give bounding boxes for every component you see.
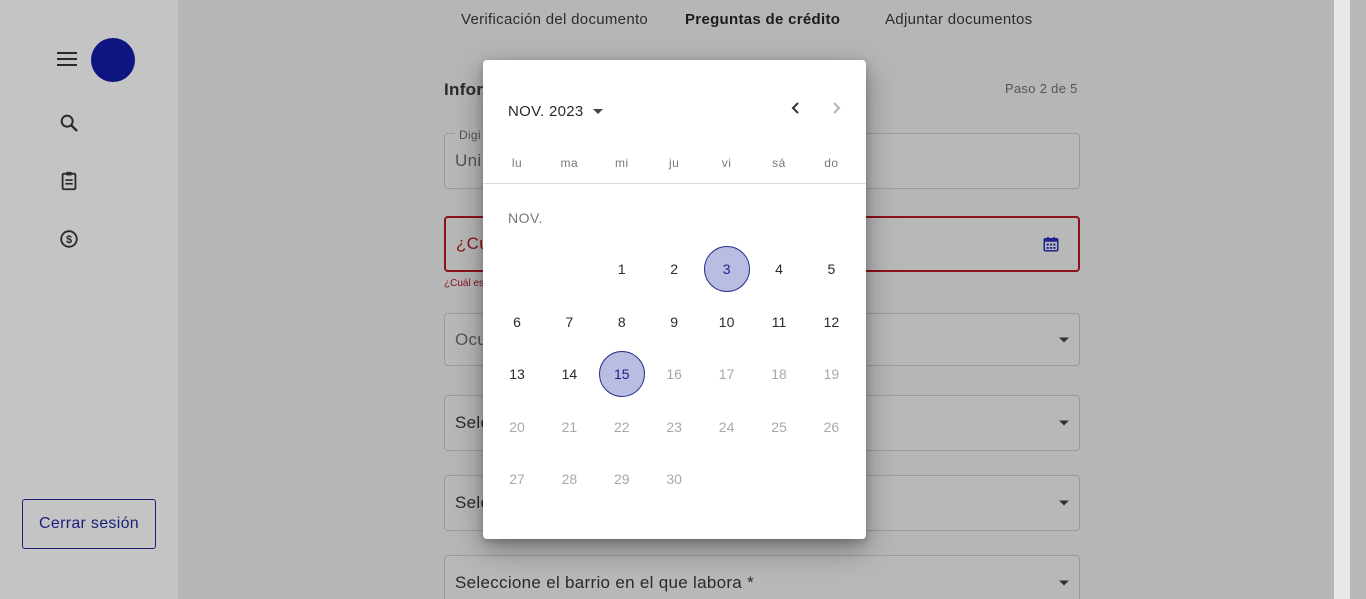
menu-icon[interactable] [57,52,77,66]
weekday-label: mi [614,156,629,170]
calendar-day: 19 [823,366,840,382]
document-field-label: Digi [455,128,485,142]
calendar-day: 25 [771,418,787,435]
calendar-day[interactable]: 5 [808,246,854,292]
tab-document-verification[interactable]: Verificación del documento [461,11,648,28]
calendar-day[interactable]: 14 [546,351,592,397]
step-indicator: Paso 2 de 5 [1005,81,1078,96]
date-field-error: ¿Cuál es [444,278,485,289]
dollar-circle-icon[interactable]: $ [58,228,80,250]
chevron-right-icon [833,102,841,114]
month-year-switch[interactable]: NOV. 2023 [508,103,603,120]
search-icon[interactable] [58,112,80,134]
calendar-day: 28 [561,471,578,487]
neighborhood-placeholder: Seleccione el barrio en el que labora * [455,573,754,592]
calendar-day: 24 [718,418,735,435]
month-year-label: NOV. 2023 [508,103,584,120]
next-month-button[interactable] [824,96,848,120]
calendar-day[interactable]: 2 [651,246,697,292]
calendar-day[interactable]: 11 [756,299,802,345]
weekday-label: vi [721,156,732,170]
dropdown-arrow-icon [1059,500,1069,506]
calendar-day: 22 [614,418,630,435]
calendar-day[interactable]: 8 [599,299,645,345]
calendar-day: 20 [509,418,525,435]
calendar-day[interactable]: 12 [808,299,854,345]
calendar-day: 23 [666,418,682,435]
weekday-label: sá [772,156,786,170]
calendar-icon[interactable] [1042,235,1060,253]
dropdown-arrow-icon [1059,420,1069,426]
clipboard-icon[interactable] [58,170,80,192]
calendar-day[interactable]: 15 [598,351,645,397]
calendar-day[interactable]: 4 [756,246,802,292]
weekday-label: lu [511,156,523,170]
step-tabs: Verificación del documento Preguntas de … [0,11,1366,31]
date-picker-dialog: NOV. 2023 lu ma mi ju vi sá do NOV. 1234567891… [483,60,866,539]
scrollbar[interactable] [1334,0,1350,599]
weekday-label: ju [669,156,680,170]
document-field-value: Uni [455,151,482,170]
tab-credit-questions[interactable]: Preguntas de crédito [685,11,840,28]
month-label: NOV. [508,210,543,226]
calendar-day: 16 [666,366,682,382]
calendar-day: 29 [614,471,630,487]
calendar-day[interactable]: 1 [599,246,645,292]
avatar[interactable] [91,38,135,82]
calendar-day[interactable]: 3 [703,246,750,292]
svg-text:$: $ [66,234,72,246]
weekday-label: do [824,156,839,170]
divider [483,183,866,184]
dropdown-arrow-icon [1059,337,1069,342]
calendar-day[interactable]: 10 [704,299,750,345]
calendar-day: 18 [771,366,787,382]
calendar-day: 26 [823,418,840,435]
weekday-label: ma [560,156,579,170]
calendar-day: 17 [718,366,735,382]
neighborhood-select[interactable]: Seleccione el barrio en el que labora * [444,555,1080,599]
calendar-day: 27 [509,471,525,487]
caret-down-icon [592,109,603,114]
section-title: Infor [444,80,484,99]
dropdown-arrow-icon [1059,580,1069,586]
logout-button[interactable]: Cerrar sesión [22,499,156,549]
calendar-day[interactable]: 6 [494,299,540,345]
tab-attach-documents[interactable]: Adjuntar documentos [885,11,1032,28]
calendar-day[interactable]: 7 [546,299,592,345]
calendar-day: 21 [561,418,578,435]
chevron-left-icon [791,102,799,114]
calendar-day[interactable]: 9 [651,299,697,345]
sidebar: $ Cerrar sesión [0,0,178,599]
calendar-day: 30 [666,471,682,487]
previous-month-button[interactable] [784,96,808,120]
weekday-header: lu ma mi ju vi sá do [483,156,866,172]
calendar-day[interactable]: 13 [494,351,540,397]
